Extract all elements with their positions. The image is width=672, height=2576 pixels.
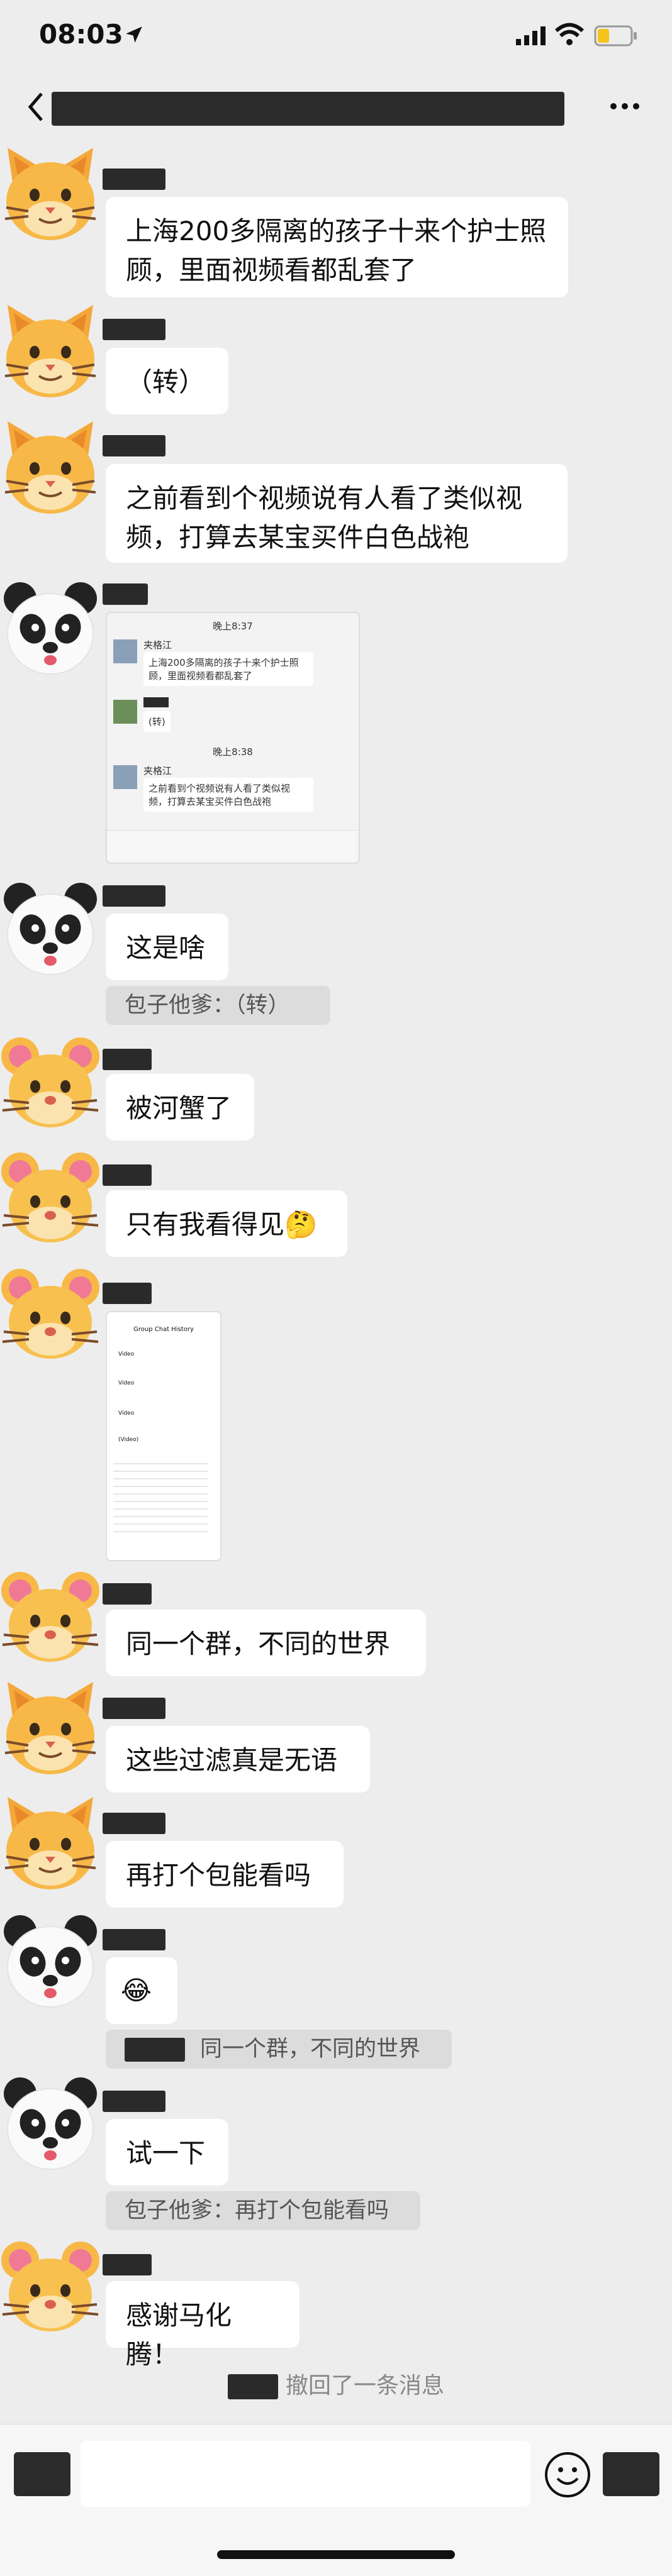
mini-avatar — [113, 765, 137, 789]
sender-name-redacted — [103, 1583, 152, 1605]
voice-button-redacted[interactable] — [14, 2452, 70, 2496]
mini-input-bar — [107, 830, 356, 861]
more-actions-redacted[interactable] — [603, 2452, 659, 2496]
quote-reply[interactable]: 包子他爹：再打个包能看吗 — [106, 2191, 420, 2230]
laughing-emoji-icon: 😂 — [121, 1975, 152, 2006]
home-indicator[interactable] — [217, 2550, 455, 2559]
sender-name-redacted — [103, 1283, 152, 1304]
mini-name-redacted — [143, 697, 169, 707]
quote-reply[interactable]: 同一个群，不同的世界 — [106, 2030, 452, 2069]
avatar-cat[interactable] — [0, 302, 101, 402]
avatar-mouse[interactable] — [0, 1263, 101, 1363]
sender-name-redacted — [103, 319, 165, 340]
wifi-icon — [555, 23, 584, 45]
chat-title-redacted — [52, 92, 564, 126]
avatar-panda[interactable] — [0, 578, 101, 679]
sender-name-redacted — [103, 1813, 165, 1834]
avatar-cat[interactable] — [0, 1679, 101, 1779]
quote-name-redacted — [125, 2038, 185, 2062]
message-bubble[interactable]: 上海200多隔离的孩子十来个护士照顾，里面视频看都乱套了 — [106, 197, 568, 297]
sender-name-redacted — [103, 1049, 152, 1070]
message-bubble[interactable]: 只有我看得见🤔 — [106, 1190, 347, 1257]
avatar-panda[interactable] — [0, 2074, 101, 2174]
avatar-panda[interactable] — [0, 879, 101, 980]
screenshot-image[interactable]: Group Chat History Video Video Video (Vi… — [106, 1311, 221, 1561]
sender-name-redacted — [103, 1698, 165, 1719]
sender-name-redacted — [103, 2091, 165, 2112]
chat-image[interactable]: 晚上8:37 夹格江 上海200多隔离的孩子十来个护士照顾，里面视频看都乱套了 … — [106, 612, 360, 864]
mini-avatar — [113, 639, 137, 663]
avatar-mouse[interactable] — [0, 1146, 101, 1247]
message-bubble[interactable]: 试一下 — [106, 2119, 228, 2186]
sender-name-redacted — [103, 1164, 152, 1186]
avatar-cat[interactable] — [0, 418, 101, 519]
message-bubble[interactable]: 感谢马化腾！ — [106, 2281, 300, 2370]
message-bubble[interactable]: （转） — [106, 348, 228, 414]
sender-name-redacted — [103, 583, 148, 605]
screenshot-content — [113, 1457, 208, 1532]
sender-name-redacted — [103, 435, 165, 456]
status-time: 08:03 — [39, 19, 123, 50]
message-bubble[interactable]: 这些过滤真是无语 — [106, 1726, 370, 1793]
quote-reply[interactable]: 包子他爹：（转） — [106, 986, 330, 1025]
sender-name-redacted — [103, 169, 165, 190]
emoji-icon[interactable] — [544, 2451, 591, 2499]
sender-name-redacted — [103, 2254, 152, 2275]
avatar-panda[interactable] — [0, 1911, 101, 2012]
avatar-mouse[interactable] — [0, 1031, 101, 1132]
avatar-cat[interactable] — [0, 1794, 101, 1894]
sender-name-redacted — [103, 1929, 165, 1950]
message-bubble[interactable]: 再打个包能看吗 — [106, 1841, 344, 1908]
avatar-mouse[interactable] — [0, 1566, 101, 1666]
more-icon[interactable] — [609, 99, 641, 113]
sender-name-redacted — [103, 885, 165, 907]
signal-icon — [516, 26, 546, 45]
message-input[interactable] — [81, 2441, 530, 2507]
message-bubble[interactable]: 同一个群，不同的世界 — [106, 1610, 426, 1676]
message-bubble[interactable]: 这是啥 — [106, 914, 228, 980]
message-bubble[interactable]: 被河蟹了 — [106, 1074, 254, 1141]
recall-name-redacted — [227, 2374, 278, 2399]
battery-icon — [594, 25, 637, 47]
location-arrow-icon — [126, 26, 142, 43]
mini-avatar — [113, 700, 137, 724]
back-icon[interactable] — [24, 91, 49, 123]
message-bubble[interactable]: 😂 — [106, 1957, 177, 2024]
message-bubble[interactable]: 之前看到个视频说有人看了类似视频，打算去某宝买件白色战袍 — [106, 464, 568, 563]
recall-notice: 撤回了一条消息 — [0, 2367, 672, 2400]
avatar-mouse[interactable] — [0, 2235, 101, 2336]
avatar-cat[interactable] — [0, 145, 101, 245]
